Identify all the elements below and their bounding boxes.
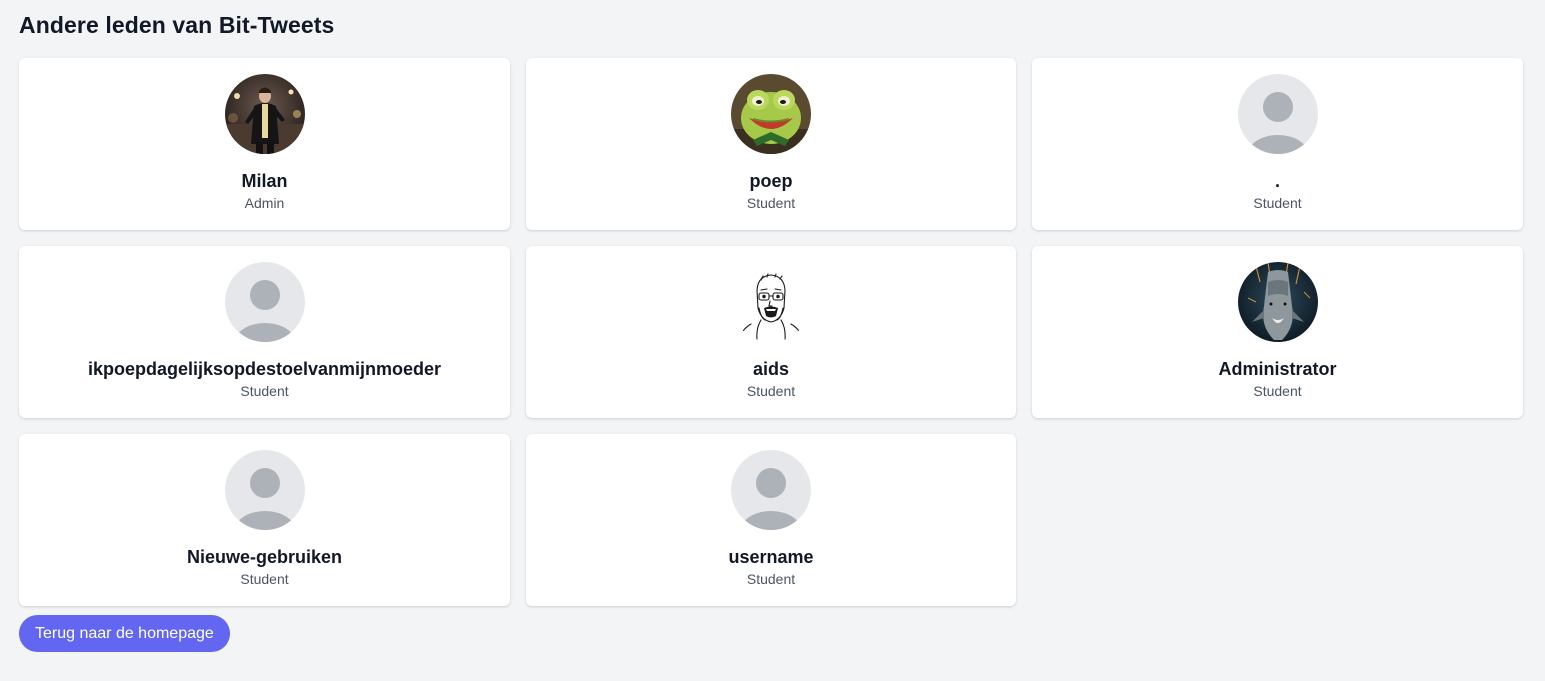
default-user-icon [224,450,305,530]
member-name: poep [749,171,793,191]
member-role: Student [1253,383,1302,399]
default-user-icon [1237,74,1318,154]
member-role: Admin [244,195,285,211]
member-name: ikpoepdagelijksopdestoelvanmijnmoeder [87,359,442,379]
member-card[interactable]: Administrator Student [1032,246,1523,418]
member-role: Student [746,383,796,399]
member-name: aids [752,359,790,379]
member-role: Student [746,571,796,587]
member-card[interactable]: Nieuwe-gebruiken Student [19,434,510,606]
member-card[interactable]: poep Student [526,58,1016,230]
avatar [731,450,811,530]
member-name: username [728,547,814,567]
member-name: Nieuwe-gebruiken [186,547,343,567]
member-card[interactable]: username Student [526,434,1016,606]
photo-man-night-street-icon [224,74,305,154]
avatar [1237,74,1318,154]
member-role: Student [1253,195,1302,211]
avatar [1237,262,1318,342]
member-card[interactable]: . Student [1032,58,1523,230]
default-user-icon [731,450,811,530]
member-card[interactable]: aids Student [526,246,1016,418]
photo-shark-dark-icon [1237,262,1318,342]
photo-frog-puppet-icon [731,74,811,154]
member-role: Student [240,383,289,399]
page-title: Andere leden van Bit-Tweets [19,12,335,38]
avatar [731,262,811,342]
member-role: Student [240,571,289,587]
avatar [731,74,811,154]
member-card[interactable]: Milan Admin [19,58,510,230]
member-name: Administrator [1218,359,1337,379]
members-page: Andere leden van Bit-Tweets Milan Admin … [0,0,1545,681]
member-name: Milan [241,171,288,191]
member-grid: Milan Admin poep Student . Student ikpoe… [19,58,1523,606]
member-name: . [1274,171,1280,191]
default-user-icon [224,262,305,342]
back-to-homepage-button[interactable]: Terug naar de homepage [19,615,230,652]
member-role: Student [746,195,796,211]
avatar [224,74,305,154]
soyjak-drawing-icon [731,262,811,342]
avatar [224,262,305,342]
avatar [224,450,305,530]
member-card[interactable]: ikpoepdagelijksopdestoelvanmijnmoeder St… [19,246,510,418]
